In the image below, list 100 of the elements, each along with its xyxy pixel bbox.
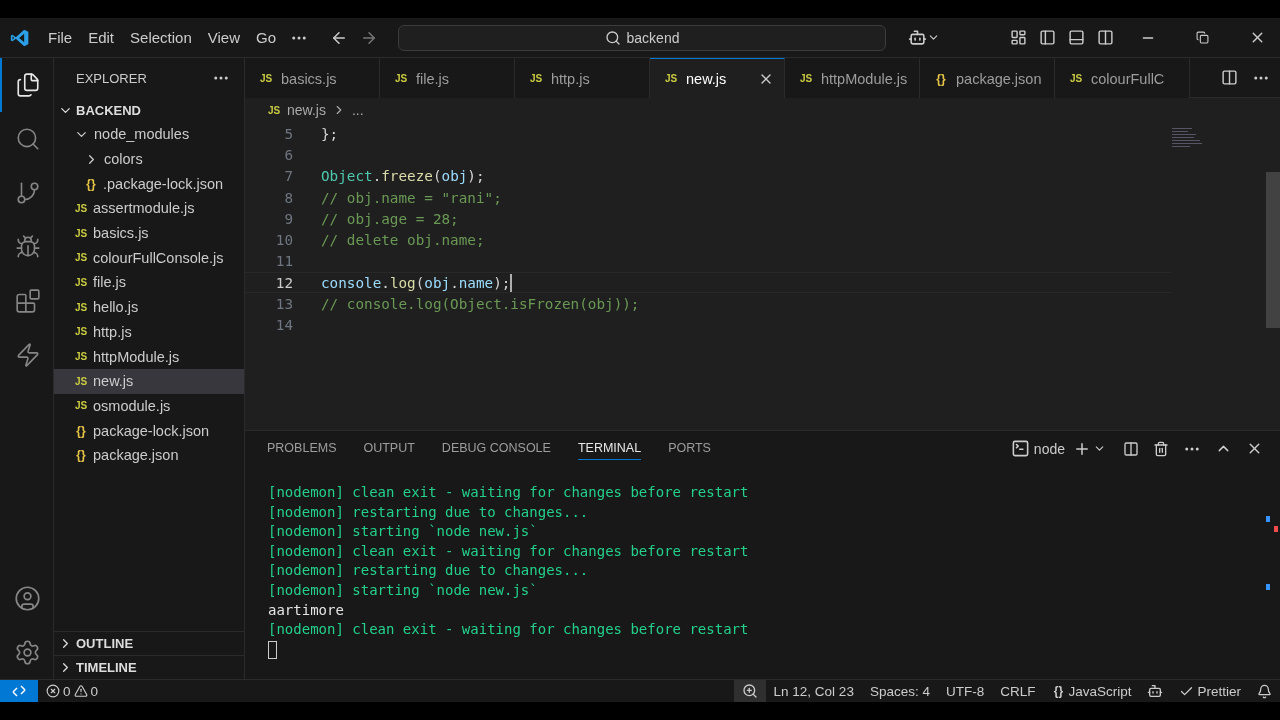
- problems-status[interactable]: 0 0: [38, 679, 107, 703]
- remote-icon: [11, 683, 27, 699]
- status-item[interactable]: CRLF: [992, 679, 1044, 703]
- js-file-icon: JS: [259, 73, 273, 84]
- tree-entry[interactable]: JS basics.js: [54, 220, 244, 246]
- panel-tab[interactable]: DEBUG CONSOLE: [441, 437, 551, 460]
- warning-icon: [73, 684, 88, 698]
- js-file-icon: JS: [799, 73, 813, 84]
- breadcrumb-item[interactable]: ...: [351, 102, 364, 118]
- line-number: 13: [274, 296, 293, 312]
- terminal-line: [nodemon] starting `node new.js`: [268, 580, 539, 600]
- tree-entry[interactable]: {} package.json: [54, 442, 244, 468]
- editor-tab[interactable]: JS new.js: [650, 58, 785, 98]
- editor-tab[interactable]: JS httpModule.js: [785, 58, 920, 98]
- line-number: 10: [274, 232, 293, 249]
- app-logo-icon: [10, 27, 30, 48]
- code-line: };: [321, 125, 339, 142]
- tree-folder[interactable]: colors: [54, 146, 244, 172]
- terminal-name[interactable]: node: [1033, 440, 1065, 457]
- js-file-icon: JS: [529, 73, 543, 84]
- language-status[interactable]: {} JavaScript: [1043, 679, 1140, 703]
- code-line: // obj.age = 28;: [321, 210, 459, 227]
- js-file-icon: JS: [267, 104, 281, 116]
- code-line: console.log(obj.name);: [321, 273, 513, 292]
- js-file-icon: JS: [74, 400, 88, 412]
- sidebar-title: EXPLORER: [76, 70, 147, 86]
- js-file-icon: JS: [1069, 73, 1083, 84]
- line-number: 12: [274, 274, 293, 291]
- editor-tab[interactable]: JS file.js: [380, 58, 515, 98]
- section-header[interactable]: OUTLINE: [54, 631, 244, 655]
- code-line: // obj.name = "rani";: [321, 189, 502, 206]
- terminal-line: [nodemon] restarting due to changes...: [268, 502, 590, 522]
- status-item[interactable]: UTF-8: [937, 679, 993, 703]
- js-file-icon: JS: [394, 73, 408, 84]
- breadcrumb-item[interactable]: new.js: [287, 102, 326, 118]
- line-number: 6: [283, 146, 293, 163]
- tree-entry[interactable]: JS osmodule.js: [54, 393, 244, 419]
- json-file-icon: {}: [84, 176, 98, 191]
- formatter-status[interactable]: Prettier: [1171, 679, 1249, 703]
- search-icon: [604, 29, 621, 46]
- section-header[interactable]: BACKEND: [54, 98, 244, 122]
- terminal-cursor: [268, 640, 277, 659]
- menu-item[interactable]: Selection: [122, 29, 200, 46]
- scroll-marker: [1266, 584, 1270, 590]
- line-number: 7: [283, 168, 293, 185]
- scroll-marker: [1266, 516, 1270, 522]
- status-item[interactable]: Spaces: 4: [861, 679, 938, 703]
- editor-tab[interactable]: JS http.js: [515, 58, 650, 98]
- editor-tab[interactable]: JS basics.js: [245, 58, 380, 98]
- json-file-icon: {}: [74, 423, 88, 438]
- editor-tab[interactable]: {} package.json: [920, 58, 1055, 98]
- line-number: 9: [283, 210, 293, 227]
- panel-tab[interactable]: PORTS: [668, 437, 711, 460]
- code-line: // delete obj.name;: [321, 232, 485, 249]
- tree-entry[interactable]: JS file.js: [54, 270, 244, 295]
- json-file-icon: {}: [74, 448, 88, 463]
- remote-button[interactable]: [0, 679, 38, 703]
- js-file-icon: JS: [74, 276, 88, 288]
- tree-entry[interactable]: {} package-lock.json: [54, 418, 244, 443]
- terminal-icon: [1010, 439, 1030, 458]
- menu-item[interactable]: View: [199, 29, 248, 46]
- terminal-line: [nodemon] clean exit - waiting for changes before restart: [268, 541, 750, 561]
- menu-item[interactable]: File: [40, 29, 81, 46]
- js-file-icon: JS: [74, 375, 88, 387]
- json-file-icon: {}: [934, 71, 948, 86]
- status-item[interactable]: Ln 12, Col 23: [765, 679, 862, 703]
- js-file-icon: JS: [74, 202, 88, 214]
- tree-entry[interactable]: JS httpModule.js: [54, 344, 244, 369]
- terminal-line: [nodemon] clean exit - waiting for changes before restart: [268, 620, 750, 640]
- zoom-icon[interactable]: [733, 679, 766, 703]
- terminal-line: [nodemon] clean exit - waiting for changes before restart: [268, 483, 750, 502]
- editor-tab[interactable]: JS colourFullC: [1055, 58, 1190, 98]
- code-line: // console.log(Object.isFrozen(obj));: [321, 296, 640, 312]
- scroll-marker: [1274, 526, 1278, 532]
- js-file-icon: JS: [74, 351, 88, 363]
- tree-entry[interactable]: JS assertmodule.js: [54, 196, 244, 221]
- tree-entry[interactable]: JS http.js: [54, 319, 244, 345]
- line-number: 8: [283, 189, 293, 206]
- js-file-icon: JS: [664, 73, 678, 84]
- tree-entry[interactable]: JS colourFullConsole.js: [54, 245, 244, 271]
- tree-folder[interactable]: node_modules: [54, 122, 244, 147]
- line-number: 14: [274, 317, 293, 334]
- panel-tab[interactable]: TERMINAL: [577, 437, 642, 460]
- terminal-line: aartimore: [268, 600, 345, 620]
- line-number: 11: [274, 253, 293, 270]
- code-line: Object.freeze(obj);: [321, 168, 485, 185]
- scrollbar-thumb[interactable]: [1266, 172, 1280, 328]
- panel-tab[interactable]: PROBLEMS: [267, 437, 337, 460]
- panel-tab[interactable]: OUTPUT: [363, 437, 415, 460]
- line-number: 5: [283, 125, 293, 142]
- command-search-field[interactable]: backend: [398, 24, 886, 51]
- terminal-line: [nodemon] starting `node new.js`: [268, 522, 539, 542]
- tree-entry[interactable]: {} .package-lock.json: [54, 171, 244, 197]
- js-file-icon: JS: [74, 227, 88, 239]
- text-cursor: [510, 273, 513, 292]
- menu-item[interactable]: Edit: [80, 29, 123, 46]
- tree-entry[interactable]: JS hello.js: [54, 294, 244, 320]
- menu-item[interactable]: Go: [248, 29, 284, 46]
- terminal-line: [nodemon] restarting due to changes...: [268, 561, 590, 581]
- tree-entry[interactable]: JS new.js: [54, 368, 244, 394]
